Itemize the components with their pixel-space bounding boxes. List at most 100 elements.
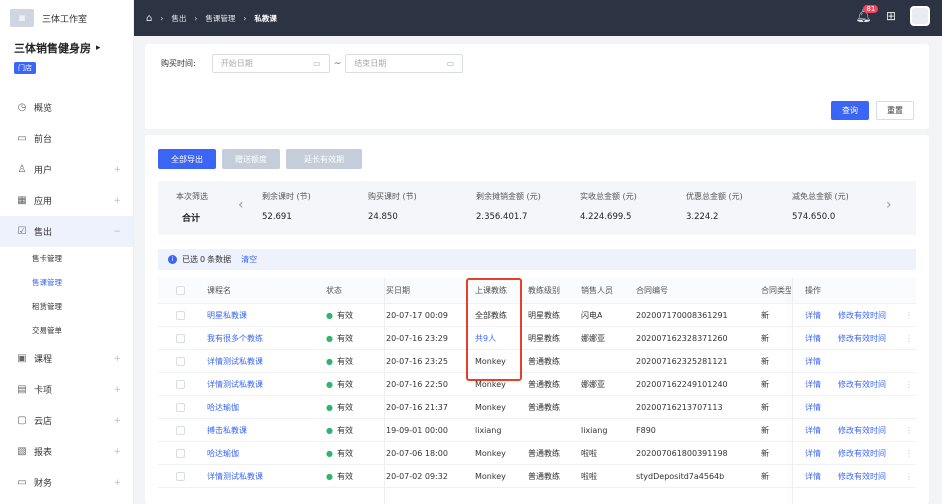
sidebar-subitem-2[interactable]: 租赁管理 xyxy=(0,295,133,319)
row-checkbox[interactable] xyxy=(176,310,185,320)
edit-validity-link[interactable]: 修改有效时间 xyxy=(838,442,886,464)
detail-link[interactable]: 详情 xyxy=(805,373,821,395)
detail-link[interactable]: 详情 xyxy=(805,327,821,349)
contract-type: 新 xyxy=(761,402,769,412)
edit-validity-link[interactable]: 修改有效时间 xyxy=(838,327,886,349)
more-icon[interactable]: ⋮ xyxy=(905,304,913,326)
edit-validity-link[interactable]: 修改有效时间 xyxy=(838,304,886,326)
col-ops: 操作 xyxy=(805,286,821,295)
salesperson: lixiang xyxy=(581,425,608,435)
contract-number: 202007162325281121 xyxy=(636,356,728,366)
edit-validity-link[interactable]: 修改有效时间 xyxy=(838,419,886,441)
course-icon: ▣ xyxy=(17,353,27,364)
home-icon[interactable]: ⌂ xyxy=(146,13,152,24)
chevron-right-icon[interactable]: › xyxy=(886,197,892,213)
course-name-link[interactable]: 详情测试私教课 xyxy=(207,373,263,395)
row-checkbox[interactable] xyxy=(176,402,185,412)
row-checkbox[interactable] xyxy=(176,379,185,389)
sidebar-item-5[interactable]: ▣ 课程 + xyxy=(0,343,133,374)
breadcrumb-course-sales[interactable]: 售课管理 xyxy=(205,13,235,24)
status-badge: ● 有效 xyxy=(326,333,353,343)
more-icon[interactable]: ⋮ xyxy=(905,465,913,487)
sidebar-subitem-0[interactable]: 售卡管理 xyxy=(0,247,133,271)
sidebar-item-1[interactable]: ▭ 前台 xyxy=(0,123,133,154)
contract-number: 202007061800391198 xyxy=(636,448,728,458)
contract-type: 新 xyxy=(761,448,769,458)
course-name-link[interactable]: 我有很多个教练 xyxy=(207,327,263,349)
row-checkbox[interactable] xyxy=(176,471,185,481)
edit-validity-link[interactable]: 修改有效时间 xyxy=(838,373,886,395)
coach[interactable]: 共9人 xyxy=(475,327,496,349)
store-switcher[interactable]: 三体销售健身房 ▸ 门店 xyxy=(0,36,133,74)
sidebar-item-3[interactable]: ▦ 应用 + xyxy=(0,185,133,216)
top-bar: ⌂ › 售出 › 售课管理 › 私教课 🔔︎ 81 ⊞ xyxy=(134,0,942,36)
purchase-date: 20-07-17 00:09 xyxy=(386,310,448,320)
course-name-link[interactable]: 明星私教课 xyxy=(207,304,247,326)
bell-icon[interactable]: 🔔︎ 81 xyxy=(855,4,879,24)
more-icon[interactable]: ⋮ xyxy=(905,327,913,349)
contract-type: 新 xyxy=(761,310,769,320)
sidebar-subitem-1[interactable]: 售课管理 xyxy=(0,271,133,295)
clear-selection-link[interactable]: 清空 xyxy=(241,254,257,265)
edit-validity-link[interactable]: 修改有效时间 xyxy=(838,465,886,487)
detail-link[interactable]: 详情 xyxy=(805,419,821,441)
course-name-link[interactable]: 详情测试私教课 xyxy=(207,465,263,487)
avatar[interactable] xyxy=(910,6,930,26)
sidebar-item-label: 售出 xyxy=(34,228,53,238)
more-icon[interactable]: ⋮ xyxy=(905,419,913,441)
row-checkbox[interactable] xyxy=(176,425,185,435)
sidebar-item-2[interactable]: ♙ 用户 + xyxy=(0,154,133,185)
course-name-link[interactable]: 详情测试私教课 xyxy=(207,350,263,372)
end-date-input[interactable]: 结束日期 ▭ xyxy=(345,54,464,73)
gift-quota-button[interactable]: 赠送额度 xyxy=(222,149,280,169)
sidebar-nav: ◷ 概览 ▭ 前台 ♙ 用户 + ▦ 应用 + ☑ 售出 − 售卡管理 售课管理 租赁管理 交易管单 ▣ 课程 + ▤ 卡… xyxy=(0,92,133,498)
sidebar-item-9[interactable]: ▭ 财务 + xyxy=(0,467,133,498)
more-icon[interactable]: ⋮ xyxy=(905,442,913,464)
detail-link[interactable]: 详情 xyxy=(805,350,821,372)
purchase-date: 20-07-16 23:29 xyxy=(386,333,448,343)
row-checkbox[interactable] xyxy=(176,356,185,366)
summary-col-2: 剩余摊销金额 (元) 2.356.401.7 xyxy=(476,191,541,222)
extend-validity-button[interactable]: 延长有效期 xyxy=(286,149,362,169)
query-button[interactable]: 查询 xyxy=(831,101,869,120)
table-row: 哈达瑜伽 ● 有效 20-07-06 18:00 Monkey 普通教练 啦啦 2020070… xyxy=(158,442,916,465)
detail-link[interactable]: 详情 xyxy=(805,396,821,418)
status-badge: ● 有效 xyxy=(326,379,353,389)
row-checkbox[interactable] xyxy=(176,448,185,458)
status-dot-icon: ● xyxy=(326,356,333,366)
course-name-link[interactable]: 哈达瑜伽 xyxy=(207,442,239,464)
coach-level: 明星教练 xyxy=(528,333,560,343)
sidebar-item-6[interactable]: ▤ 卡项 + xyxy=(0,374,133,405)
start-date-input[interactable]: 开始日期 ▭ xyxy=(211,54,330,73)
sidebar-subitem-3[interactable]: 交易管单 xyxy=(0,319,133,343)
contract-type: 新 xyxy=(761,356,769,366)
detail-link[interactable]: 详情 xyxy=(805,465,821,487)
store-tag: 门店 xyxy=(14,62,36,74)
reset-button[interactable]: 重置 xyxy=(876,101,914,120)
sidebar-item-8[interactable]: ▧ 报表 + xyxy=(0,436,133,467)
table-row: 详情测试私教课 ● 有效 20-07-02 09:32 Monkey 普通教练 啦啦 styd… xyxy=(158,465,916,488)
chevron-left-icon[interactable]: ‹ xyxy=(238,197,244,213)
course-name-link[interactable]: 搏击私教课 xyxy=(207,419,247,441)
export-all-button[interactable]: 全部导出 xyxy=(158,149,216,169)
table-row: 搏击私教课 ● 有效 19-09-01 00:00 lixiang lixiang F890… xyxy=(158,419,916,442)
sidebar-item-4[interactable]: ☑ 售出 − xyxy=(0,216,133,247)
sidebar-item-0[interactable]: ◷ 概览 xyxy=(0,92,133,123)
course-name-link[interactable]: 哈达瑜伽 xyxy=(207,396,239,418)
sidebar-item-label: 云店 xyxy=(34,417,53,427)
detail-link[interactable]: 详情 xyxy=(805,304,821,326)
status-badge: ● 有效 xyxy=(326,310,353,320)
sidebar-item-label: 卡项 xyxy=(34,386,53,396)
status-dot-icon: ● xyxy=(326,448,333,458)
purchase-date: 20-07-16 23:25 xyxy=(386,356,448,366)
breadcrumb-sales[interactable]: 售出 xyxy=(171,13,186,24)
sidebar-item-7[interactable]: ▢ 云店 + xyxy=(0,405,133,436)
col-contract: 合同编号 xyxy=(636,286,668,295)
more-icon[interactable]: ⋮ xyxy=(905,373,913,395)
grid-icon[interactable]: ⊞ xyxy=(886,9,896,23)
select-all-checkbox[interactable] xyxy=(176,286,185,295)
status-badge: ● 有效 xyxy=(326,425,353,435)
salesperson: 啦啦 xyxy=(581,471,597,481)
row-checkbox[interactable] xyxy=(176,333,185,343)
detail-link[interactable]: 详情 xyxy=(805,442,821,464)
